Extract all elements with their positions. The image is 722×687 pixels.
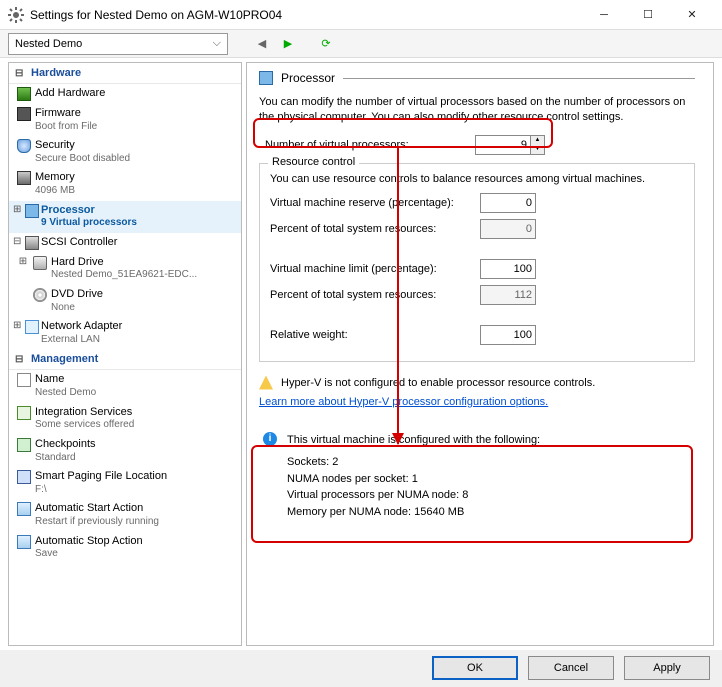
processor-icon xyxy=(25,204,39,218)
vmr-input[interactable]: 0 xyxy=(480,193,536,213)
nav-forward-button[interactable]: ▶ xyxy=(278,34,298,54)
pct1-display: 0 xyxy=(480,219,536,239)
collapse-icon: ⊟ xyxy=(15,354,23,365)
pct2-label: Percent of total system resources: xyxy=(270,289,480,301)
chevron-down-icon: ⌵ xyxy=(213,37,221,50)
rc-legend: Resource control xyxy=(268,156,359,168)
sidebar-hard-drive[interactable]: ⊞ Hard Drive Nested Demo_51EA9621-EDC... xyxy=(9,253,241,285)
sidebar-security[interactable]: Security Secure Boot disabled xyxy=(9,136,241,168)
firmware-icon xyxy=(17,107,31,121)
sidebar-dvd-drive[interactable]: DVD Drive None xyxy=(9,285,241,317)
vml-input[interactable]: 100 xyxy=(480,259,536,279)
sidebar-scsi[interactable]: ⊟ SCSI Controller xyxy=(9,233,241,253)
ok-button[interactable]: OK xyxy=(432,656,518,680)
nav-back-button[interactable]: ◀ xyxy=(252,34,272,54)
hdd-icon xyxy=(33,256,47,270)
collapse-icon: ⊟ xyxy=(15,68,23,79)
expand-icon: ⊞ xyxy=(13,204,21,217)
section-title: Processor xyxy=(281,71,335,85)
num-vp-label: Number of virtual processors: xyxy=(265,139,475,151)
learn-more-link[interactable]: Learn more about Hyper-V processor confi… xyxy=(259,396,548,408)
vml-label: Virtual machine limit (percentage): xyxy=(270,263,480,275)
maximize-button[interactable]: ☐ xyxy=(626,0,670,30)
collapse-icon: ⊟ xyxy=(13,236,21,249)
start-action-icon xyxy=(17,502,31,516)
rc-desc: You can use resource controls to balance… xyxy=(270,172,684,187)
sidebar-name[interactable]: Name Nested Demo xyxy=(9,370,241,402)
integration-icon xyxy=(17,406,31,420)
close-button[interactable]: ✕ xyxy=(670,0,714,30)
dvd-icon xyxy=(33,288,47,302)
memory-icon xyxy=(17,171,31,185)
content-pane: Processor You can modify the number of v… xyxy=(246,62,714,646)
settings-icon xyxy=(8,7,24,23)
resource-control-group: Resource control You can use resource co… xyxy=(259,163,695,362)
sidebar-network-adapter[interactable]: ⊞ Network Adapter External LAN xyxy=(9,317,241,349)
network-icon xyxy=(25,320,39,334)
sidebar-add-hardware[interactable]: Add Hardware xyxy=(9,84,241,104)
pct1-label: Percent of total system resources: xyxy=(270,223,480,235)
management-section-header[interactable]: ⊟ Management xyxy=(9,349,241,370)
num-vp-input[interactable]: 9 xyxy=(475,135,531,155)
minimize-button[interactable]: ─ xyxy=(582,0,626,30)
processor-icon xyxy=(259,71,273,85)
hardware-section-header[interactable]: ⊟ Hardware xyxy=(9,63,241,84)
titlebar: Settings for Nested Demo on AGM-W10PRO04… xyxy=(0,0,722,30)
info-icon: i xyxy=(263,432,277,446)
vmr-label: Virtual machine reserve (percentage): xyxy=(270,197,480,209)
add-hardware-icon xyxy=(17,87,31,101)
shield-icon xyxy=(17,139,31,153)
rw-label: Relative weight: xyxy=(270,329,480,341)
sidebar-auto-stop[interactable]: Automatic Stop Action Save xyxy=(9,532,241,564)
dialog-footer: OK Cancel Apply xyxy=(0,650,722,686)
num-vp-spinner[interactable]: ▲▼ xyxy=(531,135,545,155)
info-numa: NUMA nodes per socket: 1 xyxy=(287,471,540,488)
vm-selector-dropdown[interactable]: Nested Demo ⌵ xyxy=(8,33,228,55)
checkpoints-icon xyxy=(17,438,31,452)
apply-button[interactable]: Apply xyxy=(624,656,710,680)
paging-icon xyxy=(17,470,31,484)
vm-selected-name: Nested Demo xyxy=(15,38,82,50)
window-title: Settings for Nested Demo on AGM-W10PRO04 xyxy=(30,8,582,22)
scsi-icon xyxy=(25,236,39,250)
sidebar-smart-paging[interactable]: Smart Paging File Location F:\ xyxy=(9,467,241,499)
section-description: You can modify the number of virtual pro… xyxy=(259,95,695,125)
info-sockets: Sockets: 2 xyxy=(287,454,540,471)
cancel-button[interactable]: Cancel xyxy=(528,656,614,680)
sidebar: ⊟ Hardware Add Hardware Firmware Boot fr… xyxy=(8,62,242,646)
pct2-display: 112 xyxy=(480,285,536,305)
stop-action-icon xyxy=(17,535,31,549)
expand-icon: ⊞ xyxy=(13,320,21,333)
info-vpp: Virtual processors per NUMA node: 8 xyxy=(287,487,540,504)
info-mem: Memory per NUMA node: 15640 MB xyxy=(287,504,540,521)
power-button[interactable]: ⟳ xyxy=(316,34,336,54)
sidebar-firmware[interactable]: Firmware Boot from File xyxy=(9,104,241,136)
expand-icon: ⊞ xyxy=(17,256,29,269)
toolbar: Nested Demo ⌵ ◀ ▶ ⟳ xyxy=(0,30,722,58)
warning-text: Hyper-V is not configured to enable proc… xyxy=(281,377,595,389)
warning-icon xyxy=(259,376,273,390)
sidebar-checkpoints[interactable]: Checkpoints Standard xyxy=(9,435,241,467)
info-lead: This virtual machine is configured with … xyxy=(287,432,540,449)
sidebar-processor[interactable]: ⊞ Processor 9 Virtual processors xyxy=(9,201,241,233)
name-icon xyxy=(17,373,31,387)
sidebar-integration-services[interactable]: Integration Services Some services offer… xyxy=(9,403,241,435)
sidebar-memory[interactable]: Memory 4096 MB xyxy=(9,168,241,200)
sidebar-auto-start[interactable]: Automatic Start Action Restart if previo… xyxy=(9,499,241,531)
rw-input[interactable]: 100 xyxy=(480,325,536,345)
